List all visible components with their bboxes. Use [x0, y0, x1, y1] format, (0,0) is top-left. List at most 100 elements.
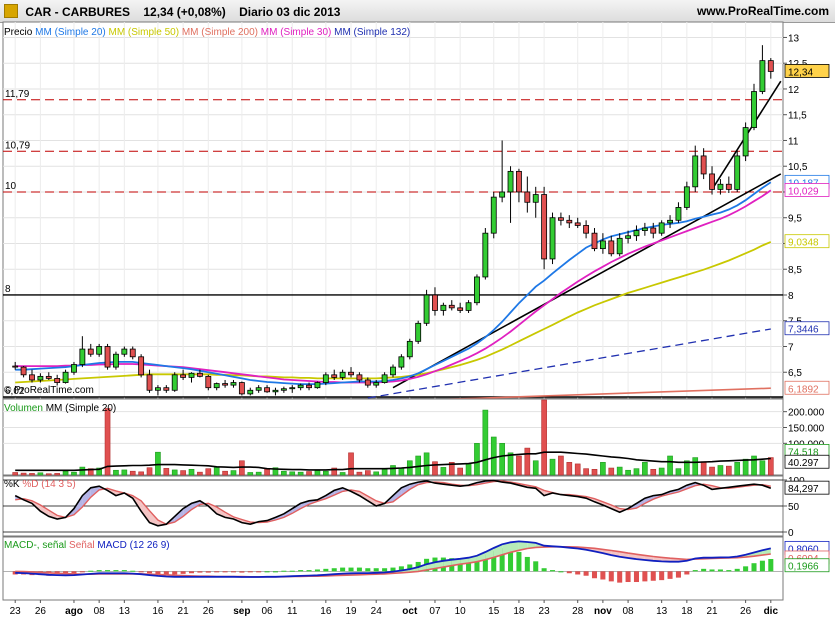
macd-histogram-bar [247, 571, 253, 573]
candle-body [163, 387, 170, 391]
ma-value-badge: 9,0348 [788, 238, 819, 249]
volume-bar [155, 451, 161, 476]
volume-bar [541, 399, 547, 476]
candle-body [113, 353, 119, 368]
volume-bar [432, 461, 438, 476]
legend-entry: MACD (12 26 9) [95, 540, 170, 551]
volume-bar [658, 467, 665, 476]
macd-histogram-bar [516, 551, 522, 572]
macd-histogram-bar [306, 570, 312, 572]
macd-histogram-bar [633, 571, 639, 583]
volume-bar [62, 470, 69, 476]
macd-histogram-bar [264, 571, 270, 573]
x-axis-label: 23 [10, 606, 22, 617]
candle-body [516, 170, 522, 193]
macd-histogram-bar [524, 556, 530, 572]
candle-body [482, 232, 489, 278]
volume-bar [104, 408, 111, 476]
candle-body [205, 375, 212, 389]
macd-histogram-bar [239, 571, 245, 573]
candle-body [306, 384, 312, 389]
level-line-label: 10,79 [5, 140, 30, 151]
stochastic-tick-label: 0 [788, 528, 794, 539]
macd-histogram-bar [180, 571, 186, 574]
volume-bar [213, 467, 220, 476]
macd-value-badge: 0,1966 [788, 562, 819, 573]
candle-body [390, 366, 396, 376]
x-axis-label: 26 [740, 606, 752, 617]
candle-body [188, 372, 195, 378]
candle-body [20, 366, 27, 376]
candle-body [71, 364, 77, 373]
volume-bar [440, 467, 447, 476]
x-axis-label: 11 [287, 606, 298, 617]
x-axis-label: 21 [706, 606, 718, 617]
x-axis-label: oct [402, 606, 418, 617]
candle-body [415, 322, 422, 342]
candle-body [196, 372, 203, 377]
x-axis-label: 16 [320, 606, 332, 617]
macd-histogram-bar [642, 571, 648, 582]
macd-histogram-bar [96, 570, 102, 572]
macd-histogram-bar [205, 571, 211, 573]
volume-bar [566, 462, 573, 476]
level-line-label: 10 [5, 181, 17, 192]
volume-bar [247, 472, 254, 476]
volume-bar [323, 470, 329, 476]
volume-bar [37, 472, 44, 476]
macd-histogram-bar [583, 571, 589, 576]
macd-histogram-bar [717, 569, 723, 572]
x-axis-label: 13 [656, 606, 668, 617]
volume-bar [79, 466, 86, 476]
x-axis-label: 23 [539, 606, 551, 617]
volume-bar [230, 470, 237, 476]
macd-histogram-bar [365, 568, 371, 572]
legend-entry: Señal [66, 540, 94, 551]
price-panel [2, 21, 784, 399]
macd-histogram-bar [734, 568, 740, 572]
price-tick-label: 9,5 [788, 214, 802, 225]
candle-body [12, 365, 19, 368]
legend-entry: MM (Simple 50) [106, 27, 179, 38]
candle-body [541, 194, 548, 260]
volume-bar [348, 452, 354, 476]
last-price-badge: 12,34 [788, 67, 813, 78]
volume-bar [574, 463, 581, 476]
volume-bar [532, 460, 539, 476]
candle-body [356, 374, 363, 381]
volume-bar [726, 465, 732, 476]
volume-bar [306, 471, 312, 476]
candle-body [616, 237, 623, 255]
volume-bar [289, 471, 296, 476]
macd-histogram-bar [659, 571, 665, 581]
x-axis-label: 26 [35, 606, 47, 617]
macd-histogram-bar [230, 571, 237, 573]
volume-bar [516, 455, 522, 476]
macd-histogram-bar [726, 570, 732, 572]
candle-body [725, 183, 732, 190]
x-axis-label: dic [764, 606, 779, 617]
price-tick-label: 8,5 [788, 265, 802, 276]
volume-bar [751, 455, 757, 476]
legend-entry: MM (Simple 30) [258, 27, 331, 38]
macd-histogram-bar [692, 570, 698, 572]
candle-body [54, 378, 61, 383]
volume-bar [205, 468, 212, 476]
candle-body [532, 194, 539, 203]
x-axis-label: 18 [681, 606, 693, 617]
candle-body [314, 382, 321, 389]
volume-bar [482, 409, 489, 476]
level-line-label: 8 [5, 284, 11, 295]
x-axis-label: ago [65, 606, 83, 617]
candle-body [641, 227, 648, 232]
macd-histogram-bar [331, 568, 337, 572]
macd-histogram-bar [566, 571, 572, 574]
candle-body [625, 235, 631, 239]
candle-body [474, 276, 480, 304]
candle-body [759, 60, 766, 92]
macd-histogram-bar [768, 559, 774, 572]
volume-bar [650, 468, 657, 476]
candle-body [238, 382, 245, 395]
candle-body [37, 375, 44, 381]
price-tick-label: 8 [788, 291, 794, 302]
